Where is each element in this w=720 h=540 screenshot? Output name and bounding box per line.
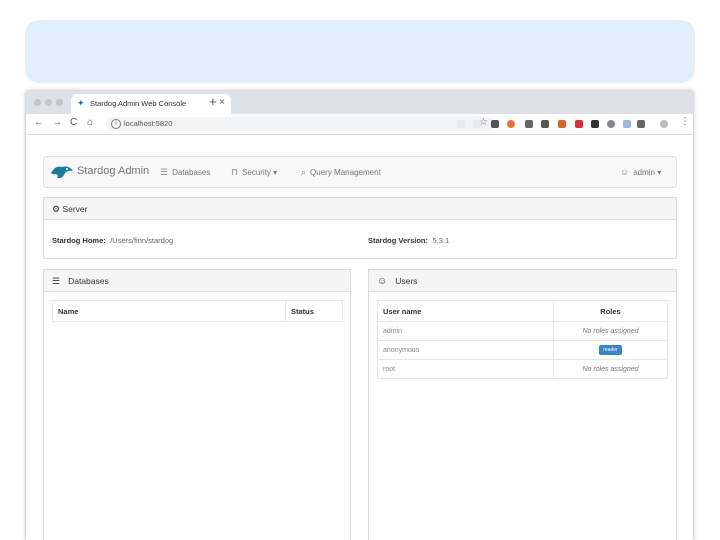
extension-icon[interactable] bbox=[541, 120, 549, 128]
google-extension-icon[interactable] bbox=[457, 120, 465, 128]
table-row[interactable]: root No roles assigned bbox=[377, 359, 668, 379]
server-panel-header: ⚙ Server bbox=[44, 198, 676, 220]
user-name-cell[interactable]: root bbox=[377, 359, 554, 379]
page-content: Stardog Admin ☰ Databases ⊓ Security ▾ ⌕ Qu… bbox=[26, 135, 693, 540]
table-header-row: User name Roles bbox=[377, 300, 668, 322]
column-header-user-name[interactable]: User name bbox=[377, 300, 554, 322]
users-panel-header: ☺ Users bbox=[369, 270, 676, 292]
extension-icon[interactable] bbox=[507, 120, 515, 128]
app-navbar: Stardog Admin ☰ Databases ⊓ Security ▾ ⌕ Qu… bbox=[43, 156, 677, 188]
window-maximize-dot[interactable] bbox=[56, 99, 63, 106]
users-table: User name Roles admin No roles assigned … bbox=[377, 300, 668, 379]
server-panel-title: ⚙ Server bbox=[52, 204, 88, 214]
nav-databases[interactable]: ☰ Databases bbox=[160, 167, 210, 178]
stardog-favicon-icon: ✦ bbox=[77, 98, 85, 108]
databases-table: Name Status bbox=[52, 300, 343, 322]
column-header-name[interactable]: Name bbox=[52, 300, 286, 322]
search-icon: ⌕ bbox=[301, 167, 307, 177]
server-panel: ⚙ Server Stardog Home: /Users/finn/stard… bbox=[43, 197, 677, 259]
extension-icon[interactable] bbox=[575, 120, 583, 128]
address-row: ← → C ⌂ i localhost:5820 ☆ ⋮ bbox=[26, 114, 693, 135]
site-info-icon[interactable]: i bbox=[111, 119, 121, 129]
database-icon: ☰ bbox=[160, 167, 169, 177]
column-header-status[interactable]: Status bbox=[285, 300, 343, 322]
stardog-home-value: /Users/finn/stardog bbox=[110, 236, 174, 245]
stardog-home-label: Stardog Home: bbox=[52, 236, 106, 245]
stardog-version-field: Stardog Version: 5.3.1 bbox=[368, 230, 449, 248]
url-text[interactable]: localhost:5820 bbox=[124, 119, 172, 128]
back-icon[interactable]: ← bbox=[34, 117, 44, 128]
user-icon: ☺ bbox=[620, 167, 630, 177]
tab-bar: ✦ Stardog Admin Web Console × + bbox=[26, 91, 693, 114]
roles-cell: reader bbox=[553, 340, 668, 360]
table-row[interactable]: anonymous reader bbox=[377, 340, 668, 360]
forward-icon[interactable]: → bbox=[52, 117, 62, 128]
databases-panel-header: ☰ Databases bbox=[44, 270, 350, 292]
extension-icon[interactable] bbox=[525, 120, 533, 128]
address-bar[interactable]: i localhost:5820 ☆ bbox=[106, 117, 494, 131]
lock-icon: ⊓ bbox=[231, 167, 239, 177]
database-icon: ☰ bbox=[52, 276, 61, 286]
gears-icon: ⚙ bbox=[52, 204, 61, 214]
stardog-home-field: Stardog Home: /Users/finn/stardog bbox=[52, 230, 173, 248]
tab-close-icon[interactable]: × bbox=[219, 97, 225, 108]
table-header-row: Name Status bbox=[52, 300, 343, 322]
roles-cell: No roles assigned bbox=[553, 359, 668, 379]
browser-menu-icon[interactable]: ⋮ bbox=[680, 116, 690, 127]
new-tab-button[interactable]: + bbox=[209, 94, 217, 109]
extension-icon[interactable] bbox=[491, 120, 499, 128]
extension-icon[interactable] bbox=[591, 120, 599, 128]
extension-icon[interactable] bbox=[473, 120, 481, 128]
home-icon[interactable]: ⌂ bbox=[87, 117, 93, 128]
user-name-cell[interactable]: admin bbox=[377, 321, 554, 341]
window-close-dot[interactable] bbox=[34, 99, 41, 106]
reload-icon[interactable]: C bbox=[70, 117, 77, 128]
databases-panel: ☰ Databases Name Status bbox=[43, 269, 351, 540]
stardog-logo-icon bbox=[51, 166, 73, 179]
users-panel-title: ☺ Users bbox=[377, 276, 418, 287]
extension-icon[interactable] bbox=[558, 120, 566, 128]
app-brand[interactable]: Stardog Admin bbox=[77, 165, 149, 177]
databases-panel-title: ☰ Databases bbox=[52, 276, 109, 286]
tab-title: Stardog Admin Web Console bbox=[90, 99, 187, 108]
nav-user-menu[interactable]: ☺ admin ▾ bbox=[620, 167, 661, 177]
extension-icon[interactable] bbox=[623, 120, 631, 128]
user-icon: ☺ bbox=[377, 276, 388, 287]
stardog-version-value: 5.3.1 bbox=[432, 236, 450, 245]
column-header-roles[interactable]: Roles bbox=[553, 300, 668, 322]
stardog-version-label: Stardog Version: bbox=[368, 236, 429, 245]
users-panel: ☺ Users User name Roles admin No roles as… bbox=[368, 269, 677, 540]
table-row[interactable]: admin No roles assigned bbox=[377, 321, 668, 341]
nav-security[interactable]: ⊓ Security ▾ bbox=[231, 167, 277, 178]
extension-icon[interactable] bbox=[637, 120, 645, 128]
user-name-cell[interactable]: anonymous bbox=[377, 340, 554, 360]
role-badge[interactable]: reader bbox=[599, 345, 622, 355]
window-minimize-dot[interactable] bbox=[45, 99, 52, 106]
browser-tab[interactable]: ✦ Stardog Admin Web Console × bbox=[71, 94, 231, 114]
browser-window: ✦ Stardog Admin Web Console × + ← → C ⌂ … bbox=[26, 91, 693, 540]
profile-avatar-icon[interactable] bbox=[660, 120, 668, 128]
top-banner bbox=[25, 20, 695, 83]
extension-icon[interactable] bbox=[607, 120, 615, 128]
roles-cell: No roles assigned bbox=[553, 321, 668, 341]
nav-query-management[interactable]: ⌕ Query Management bbox=[301, 167, 381, 178]
